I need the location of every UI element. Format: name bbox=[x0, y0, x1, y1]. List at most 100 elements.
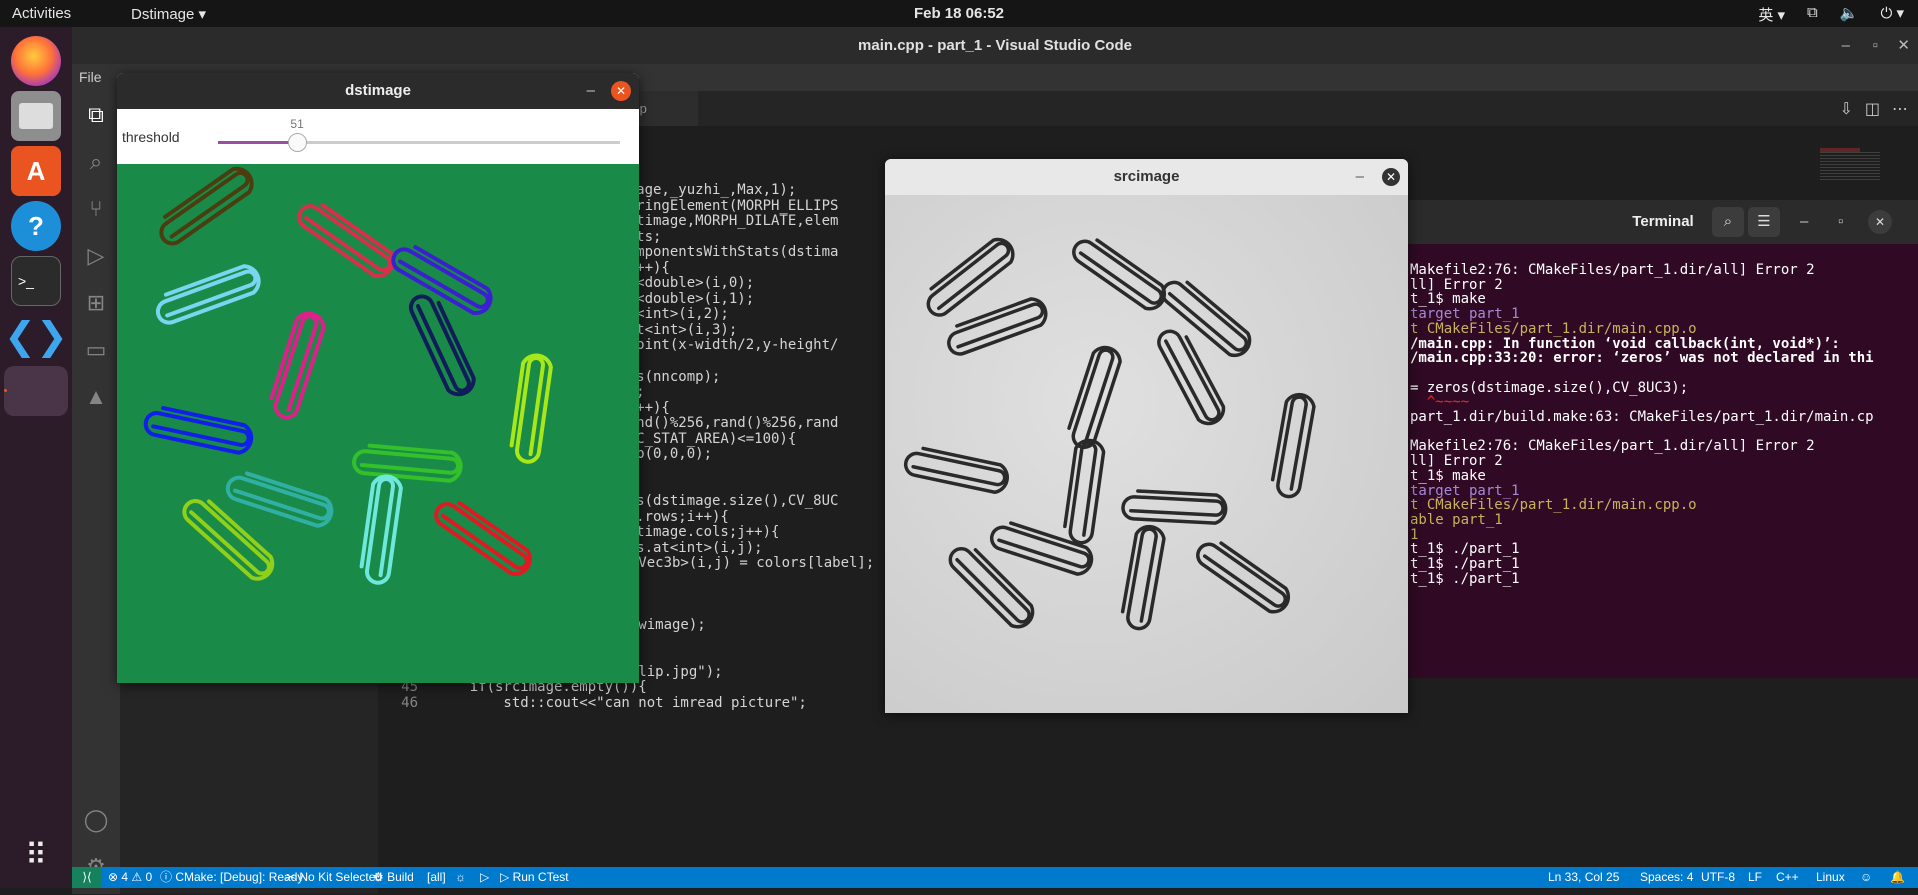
dstimage-icon[interactable] bbox=[4, 366, 68, 416]
cursor-position[interactable]: Ln 33, Col 25 bbox=[1548, 867, 1619, 888]
minimize-button[interactable]: – bbox=[1842, 27, 1850, 64]
notifications-icon[interactable]: 🔔 bbox=[1890, 867, 1905, 888]
colored-paperclip bbox=[509, 353, 553, 464]
build-text: Build bbox=[387, 870, 414, 884]
threshold-slider-handle[interactable] bbox=[288, 133, 308, 152]
srcimage-window[interactable]: srcimage – ✕ bbox=[885, 159, 1408, 713]
srcimage-close-button[interactable]: ✕ bbox=[1382, 168, 1400, 186]
help-icon[interactable]: ? bbox=[11, 201, 61, 251]
encoding[interactable]: UTF-8 bbox=[1701, 867, 1735, 888]
source-control-icon[interactable]: ⑂ bbox=[80, 193, 112, 225]
colored-paperclip bbox=[155, 264, 261, 325]
paperclips-gray-image bbox=[903, 237, 1316, 631]
cmake-status[interactable]: ⓘ CMake: [Debug]: Ready bbox=[160, 867, 303, 888]
gray-paperclip bbox=[947, 297, 1048, 356]
dstimage-close-button[interactable]: ✕ bbox=[611, 81, 631, 101]
system-tray[interactable]: 英 ▾ ⧉ 🔈 ⏻ ▾ bbox=[1758, 4, 1904, 25]
build-button[interactable]: ⚙ Build bbox=[373, 867, 414, 888]
colored-paperclip bbox=[225, 471, 334, 528]
kit-text: No Kit Selected bbox=[299, 870, 383, 884]
explorer-icon[interactable]: ⧉ bbox=[80, 99, 112, 131]
terminal-line: 1 bbox=[1410, 526, 1419, 543]
input-method-indicator[interactable]: 英 ▾ bbox=[1758, 4, 1785, 25]
terminal-title: Terminal bbox=[1632, 213, 1694, 230]
apps-grid-icon[interactable]: ⠿ bbox=[11, 830, 61, 880]
terminal-line: ^~~~~ bbox=[1410, 394, 1470, 411]
feedback-icon[interactable]: ☺ bbox=[1860, 867, 1872, 888]
files-icon[interactable] bbox=[11, 91, 61, 141]
terminal-line: t CMakeFiles/part_1.dir/main.cpp.o bbox=[1410, 497, 1697, 514]
language-mode[interactable]: C++ bbox=[1776, 867, 1799, 888]
terminal-line: target part_1 bbox=[1410, 306, 1520, 323]
cmake-status-text: CMake: [Debug]: Ready bbox=[175, 870, 304, 884]
dstimage-canvas bbox=[117, 164, 639, 683]
network-icon[interactable]: ⧉ bbox=[1807, 4, 1818, 25]
terminal-menu-icon[interactable]: ☰ bbox=[1748, 207, 1780, 237]
terminal-icon[interactable]: >_ bbox=[11, 256, 61, 306]
terminal-line: Makefile2:76: CMakeFiles/part_1.dir/all]… bbox=[1410, 438, 1815, 455]
dstimage-titlebar[interactable]: dstimage – ✕ bbox=[117, 73, 639, 109]
os-indicator[interactable]: Linux bbox=[1816, 867, 1845, 888]
dock: A ? >_ ❮❯ ⠿ bbox=[0, 27, 72, 888]
run-ctest-button[interactable]: ▷ Run CTest bbox=[500, 867, 569, 888]
vscode-icon[interactable]: ❮❯ bbox=[4, 311, 68, 361]
activity-bar: ⧉ ⌕ ⑂ ▷ ⊞ ▭ ▲ ◯ ⚙ bbox=[72, 91, 120, 894]
cmake-icon[interactable]: ▲ bbox=[80, 381, 112, 413]
paperclips-colored-image bbox=[143, 166, 553, 585]
kit-selector[interactable]: ✂ No Kit Selected bbox=[286, 867, 382, 888]
terminal-window[interactable]: Terminal ⌕ ☰ – ▫ ✕ Makefile2:76: CMakeFi… bbox=[1408, 200, 1918, 678]
gray-paperclip bbox=[989, 521, 1094, 576]
debug-icon[interactable]: ☼ bbox=[455, 867, 466, 888]
remote-indicator[interactable]: ⟩⟨ bbox=[72, 867, 102, 888]
srcimage-titlebar[interactable]: srcimage – ✕ bbox=[885, 159, 1408, 195]
power-icon[interactable]: ⏻ ▾ bbox=[1880, 4, 1904, 25]
terminal-titlebar[interactable]: Terminal ⌕ ☰ – ▫ ✕ bbox=[1408, 200, 1918, 244]
eol[interactable]: LF bbox=[1748, 867, 1762, 888]
gray-paperclip bbox=[1121, 489, 1228, 525]
build-target[interactable]: [all] bbox=[427, 867, 446, 888]
terminal-search-icon[interactable]: ⌕ bbox=[1712, 207, 1744, 237]
indentation[interactable]: Spaces: 4 bbox=[1640, 867, 1693, 888]
volume-icon[interactable]: 🔈 bbox=[1840, 4, 1859, 25]
threshold-slider[interactable] bbox=[218, 133, 620, 152]
terminal-minimize-button[interactable]: – bbox=[1800, 200, 1808, 244]
gray-paperclip bbox=[1120, 524, 1166, 631]
remote-explorer-icon[interactable]: ▭ bbox=[80, 334, 112, 366]
minimap[interactable] bbox=[1820, 126, 1900, 186]
run-debug-icon[interactable]: ▷ bbox=[80, 240, 112, 272]
dstimage-window[interactable]: dstimage – ✕ threshold 51 bbox=[117, 73, 639, 683]
account-icon[interactable]: ◯ bbox=[80, 804, 112, 836]
search-icon[interactable]: ⌕ bbox=[80, 146, 112, 178]
terminal-line: = zeros(dstimage.size(),CV_8UC3); bbox=[1410, 379, 1689, 396]
terminal-line: /main.cpp: In function ‘void callback(in… bbox=[1410, 335, 1840, 352]
srcimage-canvas bbox=[885, 195, 1408, 713]
window-title: main.cpp - part_1 - Visual Studio Code bbox=[858, 37, 1132, 54]
split-editor-icon[interactable]: ◫ bbox=[1865, 99, 1880, 119]
vscode-titlebar[interactable]: main.cpp - part_1 - Visual Studio Code –… bbox=[72, 27, 1918, 64]
gray-paperclip bbox=[1157, 329, 1226, 426]
compare-icon[interactable]: ⇩ bbox=[1839, 99, 1852, 119]
terminal-line: /main.cpp:33:20: error: ‘zeros’ was not … bbox=[1410, 350, 1874, 367]
line-number: 46 bbox=[401, 695, 418, 711]
close-button[interactable]: ✕ bbox=[1897, 27, 1910, 64]
terminal-line: ll] Error 2 bbox=[1410, 453, 1503, 470]
colored-paperclip bbox=[352, 443, 463, 483]
maximize-button[interactable]: ▫ bbox=[1873, 27, 1878, 64]
terminal-close-button[interactable]: ✕ bbox=[1868, 210, 1892, 234]
running-indicator bbox=[4, 389, 7, 392]
software-icon[interactable]: A bbox=[11, 146, 61, 196]
terminal-line: part_1.dir/build.make:63: CMakeFiles/par… bbox=[1410, 409, 1874, 425]
srcimage-minimize-button[interactable]: – bbox=[1356, 159, 1364, 195]
problems-indicator[interactable]: ⊗ 4 ⚠ 0 bbox=[108, 867, 152, 888]
firefox-icon[interactable] bbox=[11, 36, 61, 86]
run-icon[interactable]: ▷ bbox=[480, 867, 489, 888]
terminal-maximize-button[interactable]: ▫ bbox=[1838, 200, 1843, 244]
clock[interactable]: Feb 18 06:52 bbox=[0, 5, 1918, 22]
extensions-icon[interactable]: ⊞ bbox=[80, 287, 112, 319]
terminal-line: t_1$ ./part_1 bbox=[1410, 556, 1520, 572]
colored-paperclip bbox=[269, 311, 326, 420]
more-actions-icon[interactable]: ⋯ bbox=[1892, 99, 1908, 119]
menu-file[interactable]: File bbox=[79, 69, 102, 85]
gray-paperclip bbox=[926, 237, 1015, 317]
dstimage-minimize-button[interactable]: – bbox=[587, 73, 595, 109]
